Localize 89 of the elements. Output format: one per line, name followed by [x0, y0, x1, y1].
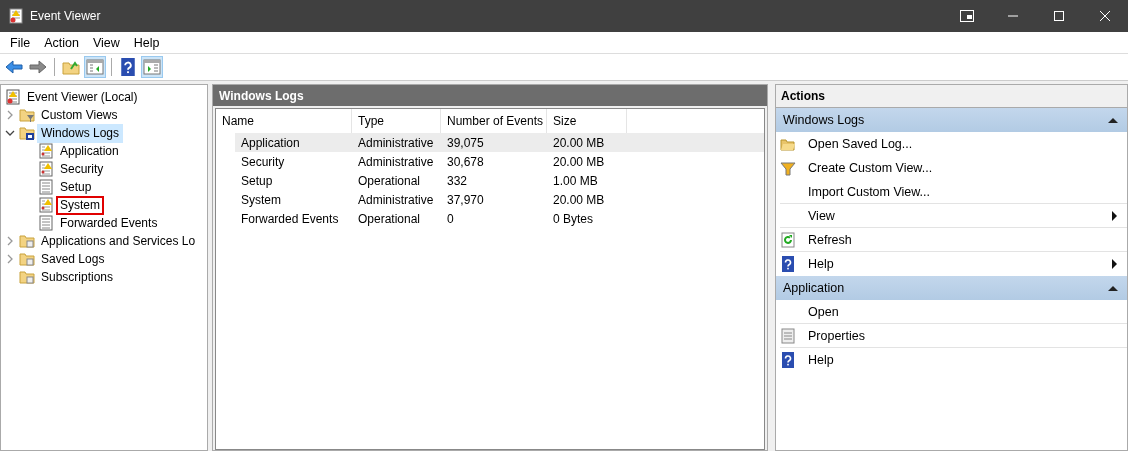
section-title: Windows Logs: [783, 113, 865, 127]
help-icon: [780, 352, 796, 368]
folder-icon: [19, 233, 35, 249]
log-folder-icon: [19, 125, 35, 141]
menu-item[interactable]: Help: [126, 35, 167, 50]
folder-icon: [19, 251, 35, 267]
table-cell-text: 39,075: [446, 135, 485, 150]
panel-header: Windows Logs: [213, 85, 767, 108]
command-label: Help: [808, 257, 834, 271]
warning-log-icon: [38, 161, 54, 177]
refresh-icon: [780, 231, 796, 248]
tree-item[interactable]: Forwarded Events: [56, 213, 162, 233]
table-row[interactable]: Security Administrative 30,678 20.00 MB: [235, 152, 764, 171]
tree-item[interactable]: Windows Logs: [37, 123, 124, 143]
table-row[interactable]: Application Administrative 39,075 20.00 MB: [235, 133, 764, 152]
table-cell-text: Security: [240, 154, 286, 169]
app-icon: [8, 8, 24, 24]
table-cell-text: 20.00 MB: [552, 135, 606, 150]
command-label: Properties: [808, 328, 865, 343]
tree-item[interactable]: Security: [56, 159, 108, 179]
table-cell-text: Setup: [240, 173, 274, 188]
menu-item[interactable]: File: [3, 35, 38, 50]
log-icon: [38, 215, 54, 231]
panel-header: Actions: [776, 85, 1127, 108]
table-cell-text: Operational: [357, 173, 422, 188]
table-row[interactable]: Forwarded Events Operational 0 0 Bytes: [235, 209, 764, 228]
table-cell-text: 37,970: [446, 192, 485, 207]
tree-item[interactable]: Applications and Services Lo: [37, 231, 200, 251]
command-label: Import Custom View...: [808, 184, 931, 199]
tree-item[interactable]: Setup: [56, 177, 96, 197]
warning-log-icon: [38, 143, 54, 159]
help-icon: [780, 256, 796, 272]
tree-item[interactable]: Event Viewer (Local): [23, 87, 142, 107]
command-label: View: [808, 208, 835, 223]
table-cell-text: Application: [240, 135, 301, 150]
table-row[interactable]: System Administrative 37,970 20.00 MB: [235, 190, 764, 209]
pane-command[interactable]: Properties: [780, 324, 1127, 348]
folder-icon: [19, 269, 35, 285]
table-cell-text: Administrative: [357, 192, 435, 207]
pane-command[interactable]: Refresh: [780, 228, 1127, 252]
pane-command[interactable]: Import Custom View...: [780, 180, 1127, 204]
folder-icon: [780, 136, 796, 152]
collapse-icon[interactable]: [1108, 285, 1118, 291]
tree-item[interactable]: Subscriptions: [37, 267, 118, 287]
section-header[interactable]: Application: [776, 276, 1127, 300]
command-label: Refresh: [808, 232, 852, 247]
command-label: Open Saved Log...: [808, 137, 913, 151]
filter-icon: [780, 160, 796, 176]
table-cell-text: 30,678: [446, 154, 485, 169]
table-cell-text: Administrative: [357, 135, 435, 150]
pane-command[interactable]: Open Saved Log...: [780, 132, 1127, 156]
menu-item[interactable]: Action: [37, 35, 86, 50]
collapse-icon[interactable]: [1108, 117, 1118, 123]
table-cell-text: 332: [446, 173, 469, 188]
command-label: Open: [808, 304, 839, 319]
tree-item[interactable]: System: [56, 195, 104, 215]
filter-folder-icon: [19, 107, 35, 123]
close-icon: [1100, 11, 1110, 21]
window-title: Event Viewer: [30, 9, 101, 23]
table-cell-text: System: [240, 192, 282, 207]
table-cell-text: Forwarded Events: [240, 211, 340, 226]
log-icon: [38, 179, 54, 195]
tree-item[interactable]: Custom Views: [37, 105, 122, 125]
pane-command[interactable]: Help: [780, 252, 1127, 276]
event-log-icon: [5, 89, 21, 105]
table-cell-text: 1.00 MB: [552, 173, 599, 188]
section-title: Application: [783, 281, 845, 295]
show-tree-button[interactable]: [84, 56, 106, 78]
menu-item[interactable]: View: [85, 35, 127, 50]
table-cell-text: Operational: [357, 211, 422, 226]
table-cell-text: 0: [446, 211, 455, 226]
table-cell-text: 20.00 MB: [552, 154, 606, 169]
warning-log-icon: [38, 197, 54, 213]
pane-command[interactable]: Open: [780, 300, 1127, 324]
command-label: Create Custom View...: [808, 161, 933, 175]
snap-icon: [960, 10, 974, 22]
pane-command[interactable]: Help: [780, 348, 1127, 372]
command-label: Help: [808, 353, 834, 367]
table-row[interactable]: Setup Operational 332 1.00 MB: [235, 171, 764, 190]
properties-icon: [780, 327, 796, 344]
table-cell-text: Administrative: [357, 154, 435, 169]
table-cell-text: 0 Bytes: [552, 211, 595, 226]
table-cell-text: 20.00 MB: [552, 192, 606, 207]
section-header[interactable]: Windows Logs: [776, 108, 1127, 132]
tree-item[interactable]: Application: [56, 141, 123, 161]
tree-item[interactable]: Saved Logs: [37, 249, 109, 269]
pane-command[interactable]: Create Custom View...: [780, 156, 1127, 180]
pane-command[interactable]: View: [780, 204, 1127, 228]
maximize-icon: [1054, 11, 1064, 21]
